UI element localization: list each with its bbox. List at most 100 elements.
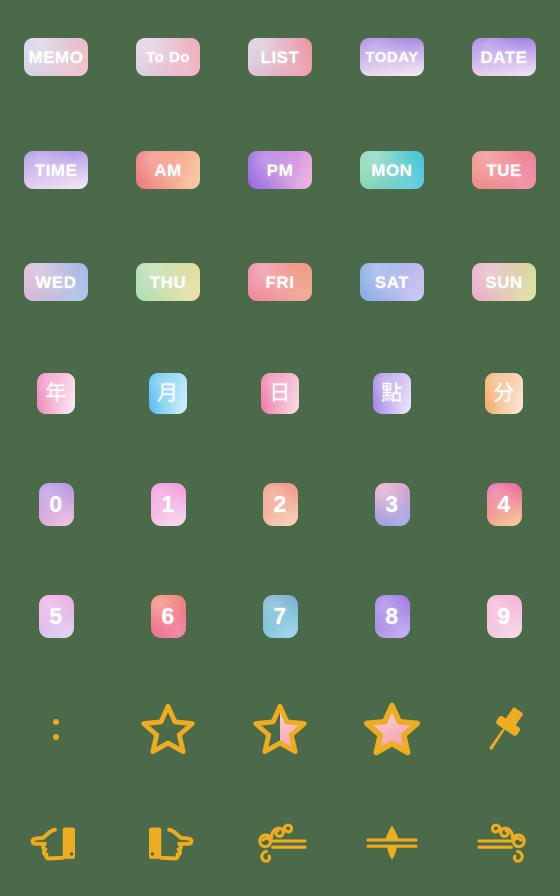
sticker-label: THU (149, 272, 187, 292)
sticker-cell-thu[interactable]: THU (112, 226, 224, 338)
sticker-cell-month-char[interactable]: 月 (112, 338, 224, 448)
sticker-digit-4[interactable]: 4 (486, 482, 522, 526)
sticker-cell-digit-1[interactable]: 1 (112, 448, 224, 560)
sticker-cell-today[interactable]: TODAY (336, 0, 448, 114)
sticker-label: 0 (49, 490, 63, 517)
sticker-label: 分 (493, 380, 515, 405)
sticker-label: TUE (486, 160, 522, 180)
sticker-time[interactable]: TIME (24, 151, 88, 189)
sticker-cell-digit-0[interactable]: 0 (0, 448, 112, 560)
sticker-year-char[interactable]: 年 (37, 372, 75, 414)
sticker-divider-center[interactable] (359, 815, 425, 867)
sticker-wed[interactable]: WED (24, 263, 88, 301)
sticker-thu[interactable]: THU (136, 263, 200, 301)
sticker-digit-7[interactable]: 7 (262, 595, 298, 638)
sticker-cell-wed[interactable]: WED (0, 226, 112, 338)
sticker-label: WED (35, 272, 77, 292)
sticker-cell-year-char[interactable]: 年 (0, 338, 112, 448)
sticker-label: TIME (34, 160, 78, 180)
sticker-label: AM (154, 160, 182, 180)
colon-dot-top (53, 718, 59, 725)
sticker-cell-mon[interactable]: MON (336, 114, 448, 226)
sticker-cell-divider-flourish-right[interactable] (448, 785, 560, 896)
sticker-cell-list[interactable]: LIST (224, 0, 336, 114)
sticker-cell-digit-4[interactable]: 4 (448, 448, 560, 560)
sticker-digit-3[interactable]: 3 (374, 482, 410, 526)
sticker-month-char[interactable]: 月 (149, 372, 187, 414)
sticker-label: 6 (161, 603, 175, 629)
sticker-colon[interactable] (53, 718, 59, 740)
sticker-cell-hand-pointing-right[interactable] (112, 785, 224, 896)
sticker-day-char[interactable]: 日 (261, 372, 299, 414)
sticker-cell-sun[interactable]: SUN (448, 226, 560, 338)
sticker-cell-digit-8[interactable]: 8 (336, 560, 448, 673)
sticker-label: 點 (381, 380, 403, 405)
sticker-label: LIST (260, 47, 300, 67)
sticker-cell-star-full[interactable] (336, 673, 448, 785)
sticker-cell-digit-5[interactable]: 5 (0, 560, 112, 673)
sticker-memo[interactable]: MEMO (24, 38, 88, 76)
sticker-star-full[interactable] (364, 701, 420, 757)
sticker-tue[interactable]: TUE (472, 151, 536, 189)
sticker-cell-digit-3[interactable]: 3 (336, 448, 448, 560)
sticker-cell-am[interactable]: AM (112, 114, 224, 226)
sticker-date[interactable]: DATE (472, 38, 536, 76)
sticker-label: 8 (385, 603, 399, 629)
sticker-label: MEMO (28, 47, 84, 67)
sticker-label: FRI (265, 272, 295, 292)
sticker-label: 5 (49, 603, 63, 629)
sticker-todo[interactable]: To Do (136, 38, 200, 76)
sticker-label: 年 (45, 380, 67, 405)
sticker-cell-colon[interactable] (0, 673, 112, 785)
sticker-digit-1[interactable]: 1 (150, 482, 186, 526)
sticker-pm[interactable]: PM (248, 151, 312, 189)
sticker-sat[interactable]: SAT (360, 263, 424, 301)
sticker-digit-9[interactable]: 9 (486, 595, 522, 638)
sticker-cell-pushpin[interactable] (448, 673, 560, 785)
sticker-cell-time[interactable]: TIME (0, 114, 112, 226)
sticker-cell-star-empty[interactable] (112, 673, 224, 785)
sticker-cell-memo[interactable]: MEMO (0, 0, 112, 114)
sticker-cell-day-char[interactable]: 日 (224, 338, 336, 448)
sticker-cell-sat[interactable]: SAT (336, 226, 448, 338)
sticker-minute-char[interactable]: 分 (485, 372, 523, 414)
sticker-star-half[interactable] (253, 702, 307, 756)
sticker-label: TODAY (365, 48, 419, 66)
sticker-cell-date[interactable]: DATE (448, 0, 560, 114)
sticker-digit-6[interactable]: 6 (150, 595, 186, 638)
sticker-star-empty[interactable] (141, 702, 195, 756)
sticker-cell-todo[interactable]: To Do (112, 0, 224, 114)
sticker-label: To Do (146, 48, 190, 66)
sticker-cell-divider-center[interactable] (336, 785, 448, 896)
sticker-cell-minute-char[interactable]: 分 (448, 338, 560, 448)
sticker-today[interactable]: TODAY (360, 38, 424, 76)
sticker-am[interactable]: AM (136, 151, 200, 189)
sticker-digit-5[interactable]: 5 (38, 595, 74, 638)
sticker-digit-0[interactable]: 0 (38, 482, 74, 526)
sticker-sun[interactable]: SUN (472, 263, 536, 301)
sticker-cell-pm[interactable]: PM (224, 114, 336, 226)
sticker-divider-flourish-left[interactable] (247, 815, 313, 867)
sticker-cell-tue[interactable]: TUE (448, 114, 560, 226)
sticker-digit-8[interactable]: 8 (374, 595, 410, 638)
sticker-cell-star-half[interactable] (224, 673, 336, 785)
sticker-pushpin[interactable] (477, 702, 531, 756)
sticker-mon[interactable]: MON (360, 151, 424, 189)
sticker-cell-hour-char[interactable]: 點 (336, 338, 448, 448)
sticker-cell-hand-pointing-left[interactable] (0, 785, 112, 896)
sticker-fri[interactable]: FRI (248, 263, 312, 301)
sticker-digit-2[interactable]: 2 (262, 482, 298, 526)
sticker-divider-flourish-right[interactable] (471, 815, 537, 867)
sticker-cell-divider-flourish-left[interactable] (224, 785, 336, 896)
sticker-cell-fri[interactable]: FRI (224, 226, 336, 338)
sticker-cell-digit-6[interactable]: 6 (112, 560, 224, 673)
sticker-hand-pointing-right[interactable] (140, 813, 196, 869)
sticker-hour-char[interactable]: 點 (373, 372, 411, 414)
sticker-cell-digit-9[interactable]: 9 (448, 560, 560, 673)
sticker-hand-pointing-left[interactable] (28, 813, 84, 869)
sticker-cell-digit-2[interactable]: 2 (224, 448, 336, 560)
sticker-label: 3 (385, 490, 399, 517)
sticker-cell-digit-7[interactable]: 7 (224, 560, 336, 673)
sticker-label: SAT (374, 272, 410, 292)
sticker-list[interactable]: LIST (248, 38, 312, 76)
